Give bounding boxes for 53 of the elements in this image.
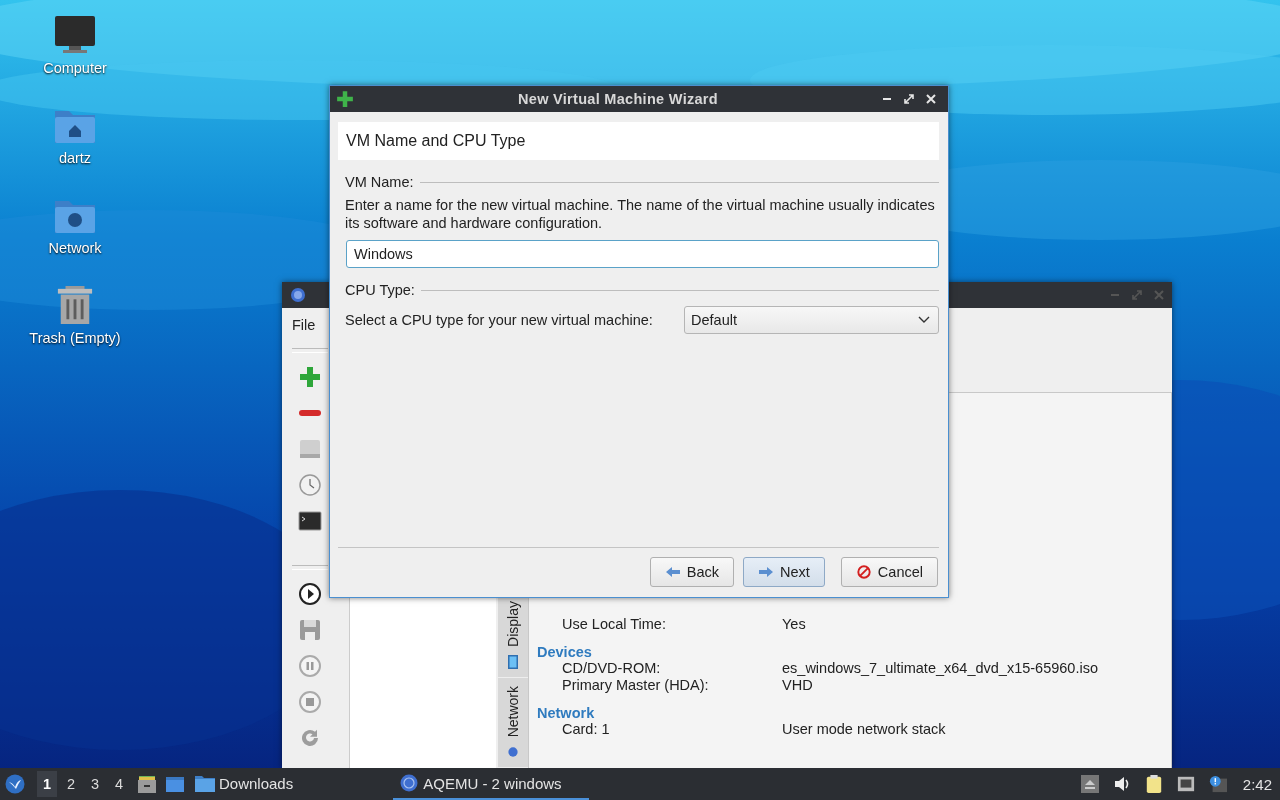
window-icon[interactable] (165, 774, 185, 794)
ethernet-icon[interactable] (1176, 775, 1195, 793)
chevron-down-icon (918, 316, 930, 324)
desktop-icon-label[interactable]: Trash (Empty) (29, 330, 121, 346)
dialog-button[interactable]: Next (743, 557, 825, 587)
page-header: VM Name and CPU Type (338, 122, 939, 160)
eject-icon[interactable] (1080, 775, 1099, 793)
group-label: VM Name: (345, 174, 414, 190)
property-value: User mode network stack (782, 721, 946, 738)
section-heading: Network (537, 705, 596, 721)
trash-icon[interactable] (55, 286, 95, 324)
property-label: CD/DVD-ROM: (562, 660, 662, 677)
field-label: Select a CPU type for your new virtual machine: (345, 312, 653, 328)
menu-item[interactable]: File (292, 317, 316, 333)
save-icon[interactable] (298, 618, 322, 642)
volume-icon[interactable] (1112, 775, 1131, 793)
add-icon[interactable] (298, 365, 322, 389)
folder-icon (195, 774, 215, 792)
desktop-icon-label[interactable]: Network (48, 240, 102, 256)
property-label: Card: 1 (562, 721, 611, 738)
taskbar-task[interactable]: AQEMU - 2 windows (393, 768, 590, 800)
dialog-button[interactable]: Back (649, 557, 735, 587)
cpu-dropdown[interactable]: Default (684, 306, 939, 334)
property-label: Primary Master (HDA): (562, 677, 710, 694)
workspace-button[interactable]: 1 (37, 771, 57, 797)
property-value: es_windows_7_ultimate_x64_dvd_x15-65960.iso (782, 660, 1098, 677)
file-cabinet-icon[interactable] (137, 774, 157, 794)
property-label: Use Local Time: (562, 616, 667, 633)
group-label: CPU Type: (345, 282, 415, 298)
clock-icon[interactable] (298, 473, 322, 497)
property-value: Yes (782, 616, 806, 633)
help-text: Enter a name for the new virtual machine. The name of the virtual machine usually indicates its software and hardware configuration. (345, 196, 936, 232)
workspace-button[interactable]: 4 (109, 771, 129, 797)
side-tab[interactable]: Network (498, 677, 528, 768)
workspace-button[interactable]: 2 (61, 771, 81, 797)
stop-icon[interactable] (298, 690, 322, 714)
name-field[interactable]: Windows (346, 240, 939, 268)
cancel-icon (855, 565, 872, 579)
notification-icon[interactable] (1208, 775, 1227, 793)
property-value: VHD (782, 677, 813, 694)
dialog-button[interactable]: Cancel (840, 557, 938, 587)
plus-icon (336, 90, 354, 108)
arrow-left-icon (664, 565, 681, 579)
play-icon[interactable] (298, 582, 322, 606)
window-title: New Virtual Machine Wizard (517, 91, 719, 107)
taskbar-task[interactable]: Downloads (189, 768, 300, 800)
arrow-right-icon (758, 565, 775, 579)
terminal-icon[interactable] (298, 509, 322, 533)
pause-icon[interactable] (298, 654, 322, 678)
workspace-button[interactable]: 3 (85, 771, 105, 797)
clipboard-icon[interactable] (1144, 775, 1163, 793)
clock: 2:42 (1242, 775, 1272, 793)
section-heading: Devices (537, 644, 593, 660)
